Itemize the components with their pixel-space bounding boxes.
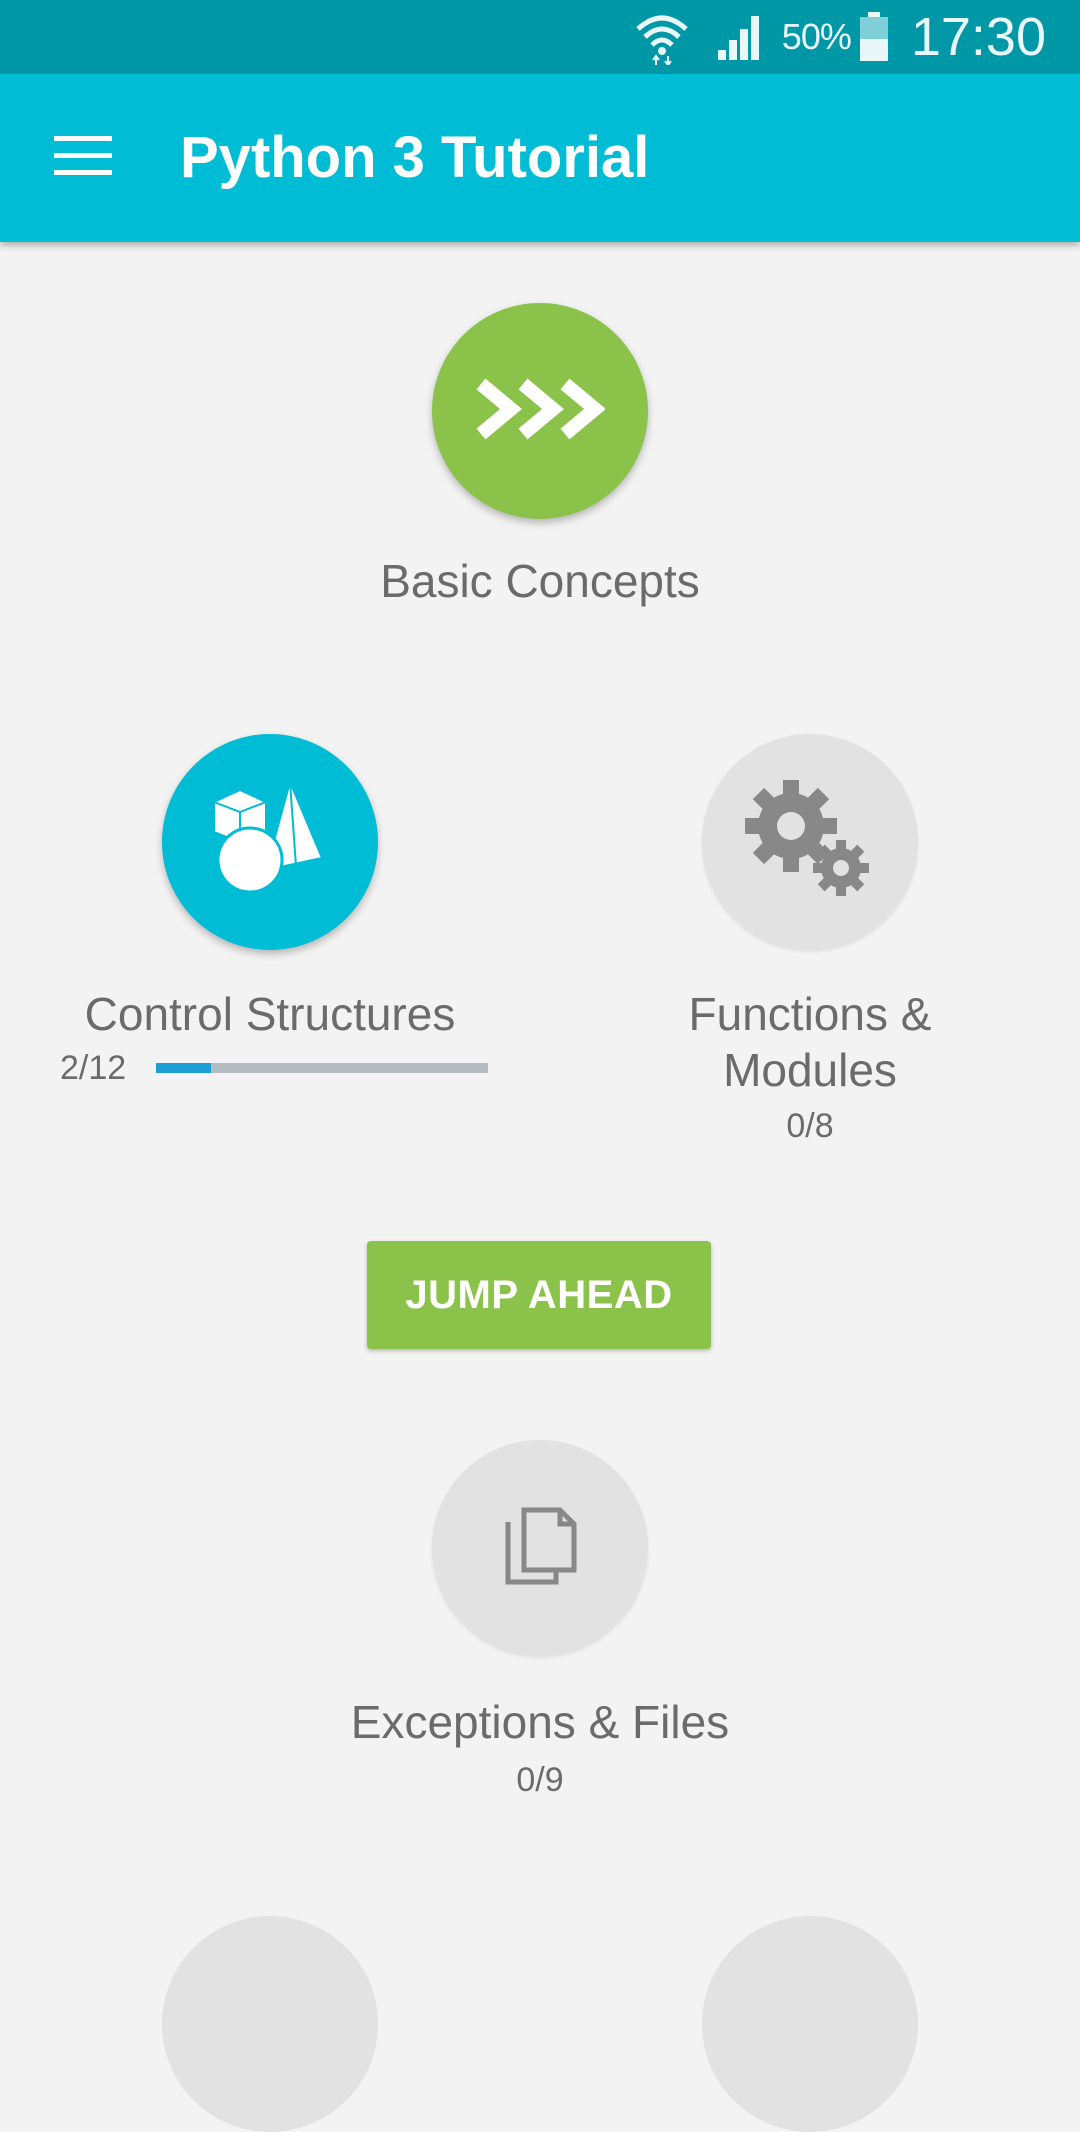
control-structures-circle[interactable] [162,734,378,950]
functions-modules-label-line1: Functions & [688,988,932,1040]
basic-concepts-label: Basic Concepts [380,555,700,607]
app-title: Python 3 Tutorial [180,125,650,190]
battery-icon [859,12,889,62]
menu-button[interactable] [40,118,126,198]
module-exceptions-files[interactable]: Exceptions & Files 0/9 [290,1440,790,1800]
module-functions-modules[interactable]: Functions & Modules 0/8 [580,734,1040,1146]
module-basic-concepts[interactable]: Basic Concepts [340,303,740,609]
python-prompt-icon [475,374,606,449]
control-structures-label: Control Structures [84,988,456,1040]
basic-concepts-circle[interactable] [432,303,648,519]
clock: 17:30 [910,7,1046,67]
app-bar: Python 3 Tutorial [0,74,1080,242]
functions-modules-count: 0/8 [786,1107,834,1145]
status-bar: 50% 17:30 [0,0,1080,74]
wifi-icon [634,9,690,65]
battery-percent: 50% [781,16,852,57]
control-structures-progress: 2/12 [60,1048,488,1088]
gears-icon [745,779,875,905]
jump-ahead-button[interactable]: JUMP AHEAD [367,1241,711,1349]
exceptions-files-count: 0/9 [516,1761,564,1799]
functions-modules-circle[interactable] [702,734,918,950]
status-icons: 50% 17:30 [634,0,1046,74]
functions-modules-label-line2: Modules [723,1044,897,1096]
signal-icon [714,12,764,62]
progress-track [156,1063,488,1073]
next-module-circle-right[interactable] [702,1916,918,2132]
shapes-icon [210,778,330,905]
next-module-circle-left[interactable] [162,1916,378,2132]
hamburger-menu-icon [54,134,112,183]
exceptions-files-circle[interactable] [432,1440,648,1656]
exceptions-files-label: Exceptions & Files [350,1696,730,1748]
documents-icon [500,1506,580,1591]
progress-fill [156,1063,212,1073]
control-structures-count: 2/12 [60,1049,127,1087]
module-control-structures[interactable] [40,734,500,950]
